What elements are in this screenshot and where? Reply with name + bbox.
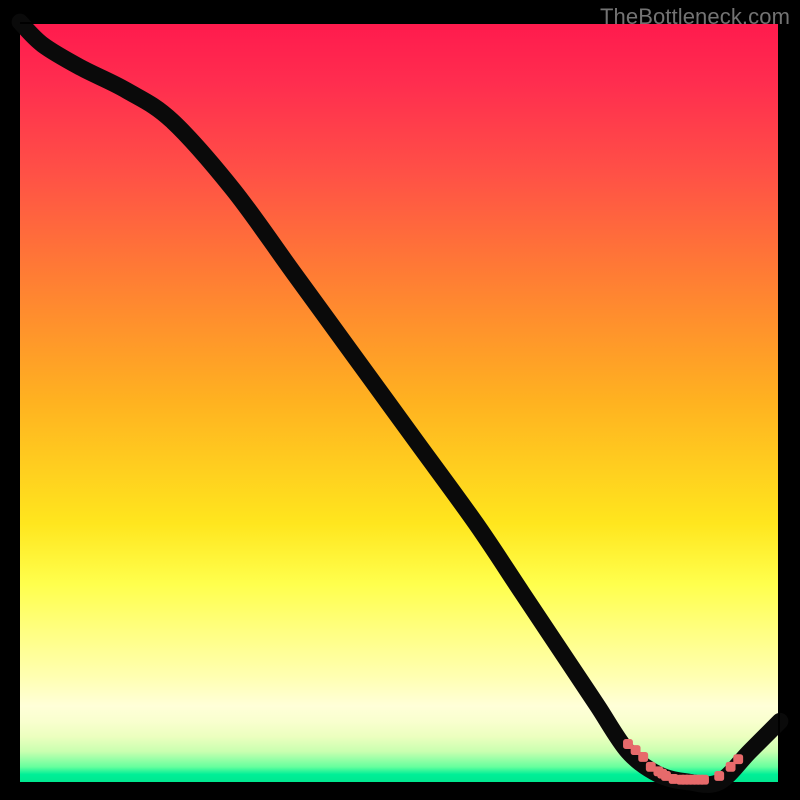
watermark-text: TheBottleneck.com [600, 4, 790, 30]
valley-marker [699, 775, 709, 785]
valley-marker [733, 754, 743, 764]
bottleneck-curve [20, 22, 780, 785]
valley-marker [714, 771, 724, 781]
chart-container: TheBottleneck.com [0, 0, 800, 800]
curve-svg [20, 22, 780, 782]
valley-marker [638, 752, 648, 762]
